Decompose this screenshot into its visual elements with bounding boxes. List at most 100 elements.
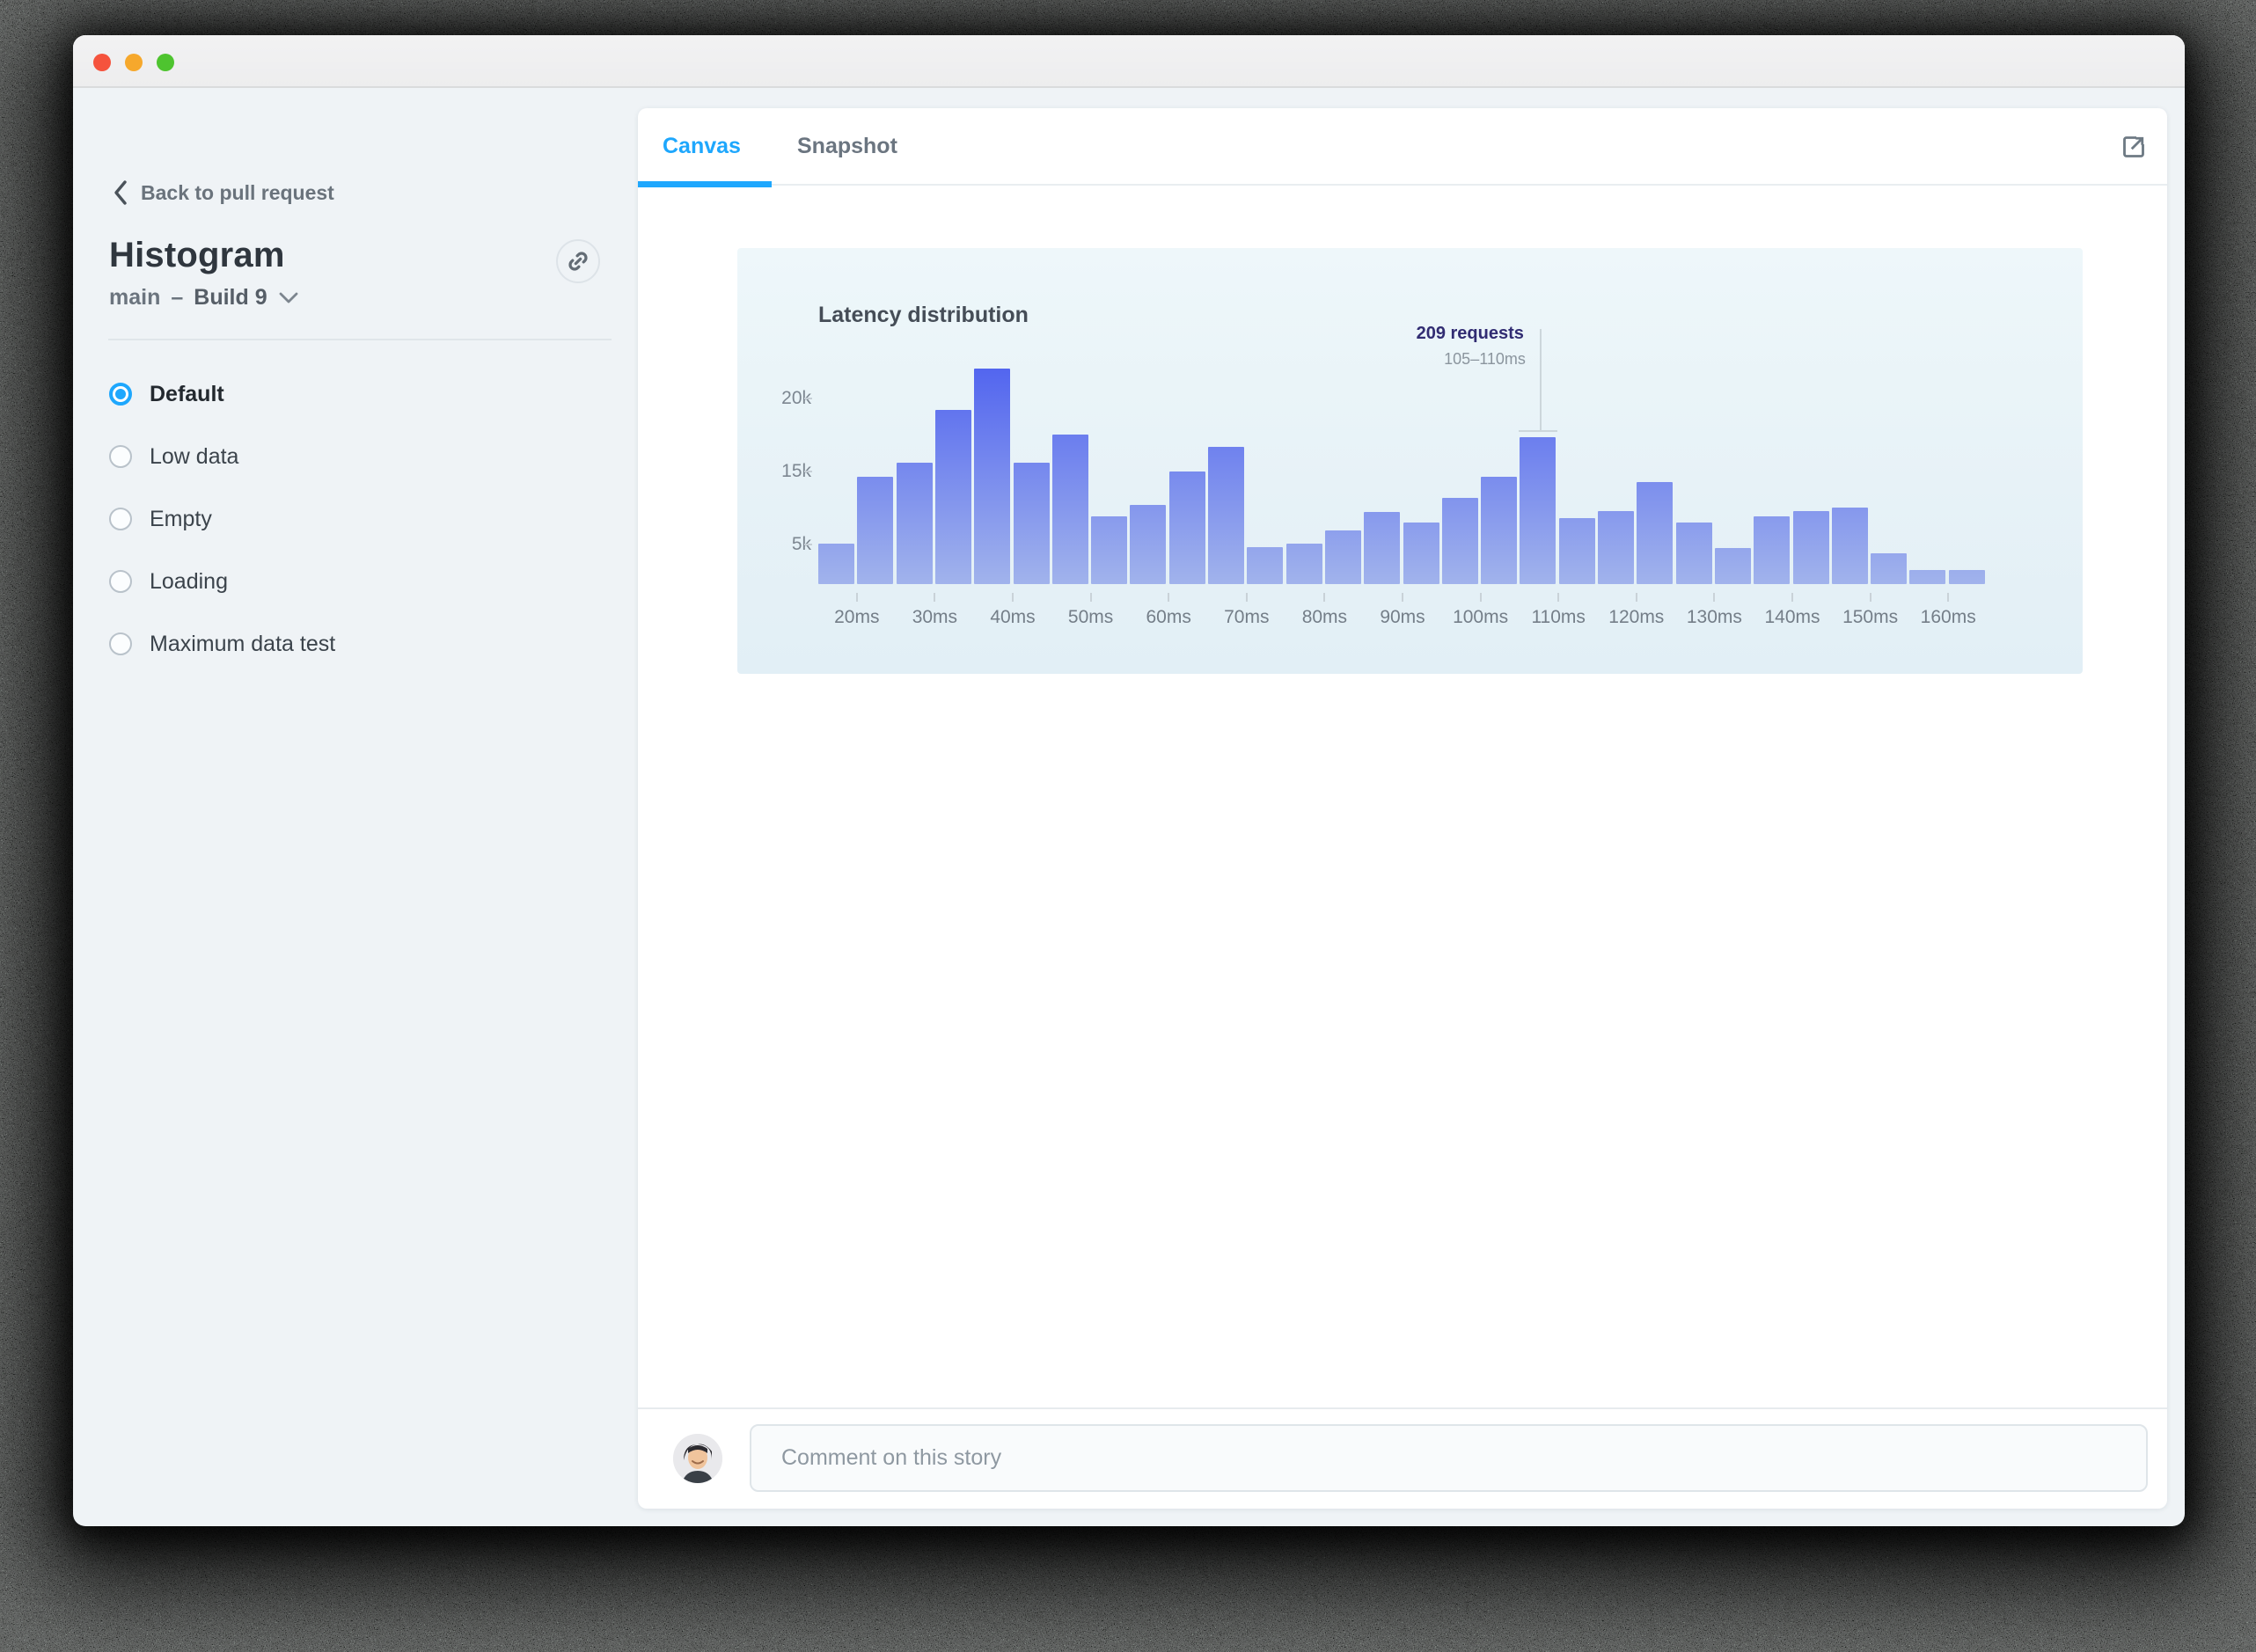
- x-axis-label: 30ms: [912, 607, 958, 627]
- histogram-bar-60ms[interactable]: [1168, 471, 1205, 584]
- x-axis-tick: [1791, 593, 1793, 602]
- histogram-bar-120ms[interactable]: [1637, 482, 1674, 584]
- radio-icon[interactable]: [109, 445, 132, 468]
- histogram-bar-110ms[interactable]: [1558, 518, 1595, 584]
- story-variant-empty[interactable]: Empty: [109, 497, 212, 541]
- x-axis-label: 150ms: [1842, 607, 1899, 627]
- separator: –: [171, 285, 184, 310]
- story-variant-label: Default: [150, 381, 224, 406]
- x-axis-tick: [1168, 593, 1170, 602]
- y-axis-label: 5k: [791, 534, 811, 554]
- y-axis-tick: [804, 398, 812, 399]
- histogram-bar-55ms[interactable]: [1130, 505, 1167, 584]
- window-titlebar[interactable]: [73, 35, 2185, 88]
- x-axis-tick: [1012, 593, 1014, 602]
- radio-selected-icon[interactable]: [109, 383, 132, 406]
- histogram-bar-135ms[interactable]: [1754, 516, 1791, 584]
- open-in-new-window-button[interactable]: [2114, 128, 2153, 166]
- annotation-range: 105–110ms: [1444, 350, 1526, 368]
- histogram-bar-140ms[interactable]: [1792, 511, 1829, 584]
- x-axis-label: 140ms: [1764, 607, 1820, 627]
- radio-icon[interactable]: [109, 570, 132, 593]
- histogram-bar-145ms[interactable]: [1831, 508, 1868, 584]
- histogram-bar-100ms[interactable]: [1481, 477, 1518, 584]
- comment-bar: [638, 1407, 2167, 1509]
- histogram-bar-115ms[interactable]: [1598, 511, 1634, 584]
- story-variant-label: Low data: [150, 443, 239, 469]
- close-window-button[interactable]: [93, 54, 111, 71]
- branch-name: main: [109, 285, 161, 310]
- sidebar-divider: [108, 339, 612, 340]
- histogram-bar-65ms[interactable]: [1208, 447, 1244, 584]
- histogram-bar-155ms[interactable]: [1909, 570, 1946, 584]
- back-to-pull-request-link[interactable]: Back to pull request: [113, 179, 334, 206]
- histogram-bar-75ms[interactable]: [1285, 544, 1322, 584]
- histogram-bar-45ms[interactable]: [1051, 435, 1088, 584]
- y-axis-tick: [804, 544, 812, 545]
- histogram-bar-105ms[interactable]: [1520, 437, 1556, 584]
- histogram-bar-30ms[interactable]: [934, 410, 971, 584]
- branch-build-selector[interactable]: main – Build 9: [109, 285, 299, 311]
- radio-icon[interactable]: [109, 508, 132, 530]
- x-axis-tick: [1947, 593, 1950, 602]
- main-panel: Canvas Snapshot Latency distribution 20k…: [638, 108, 2167, 1509]
- y-axis-label: 20k: [781, 388, 811, 408]
- external-link-icon: [2123, 136, 2144, 157]
- histogram-bar-35ms[interactable]: [974, 369, 1011, 584]
- histogram-bar-150ms[interactable]: [1871, 553, 1908, 584]
- x-axis-label: 60ms: [1146, 607, 1191, 627]
- x-axis-label: 100ms: [1453, 607, 1509, 627]
- x-axis-label: 130ms: [1686, 607, 1742, 627]
- link-icon: [568, 252, 588, 271]
- tab-canvas[interactable]: Canvas: [663, 108, 741, 184]
- x-axis-label: 70ms: [1224, 607, 1270, 627]
- x-axis-label: 40ms: [990, 607, 1036, 627]
- histogram-bar-40ms[interactable]: [1013, 463, 1050, 584]
- comment-input[interactable]: [750, 1424, 2148, 1492]
- x-axis-tick: [1479, 593, 1482, 602]
- histogram-bar-160ms[interactable]: [1948, 570, 1985, 584]
- histogram-bar-130ms[interactable]: [1714, 548, 1751, 584]
- histogram-bar-95ms[interactable]: [1441, 498, 1478, 584]
- sidebar: Back to pull request Histogram main – Bu…: [73, 88, 638, 1526]
- user-avatar: [673, 1434, 722, 1483]
- avatar-image: [673, 1434, 722, 1483]
- minimize-window-button[interactable]: [125, 54, 143, 71]
- x-axis-tick: [1323, 593, 1326, 602]
- x-axis-tick: [1402, 593, 1403, 602]
- zoom-window-button[interactable]: [157, 54, 174, 71]
- histogram-bar-50ms[interactable]: [1091, 516, 1128, 584]
- chevron-left-icon: [114, 180, 127, 205]
- y-axis-tick: [804, 471, 812, 472]
- radio-icon[interactable]: [109, 632, 132, 655]
- histogram-bar-80ms[interactable]: [1324, 530, 1361, 584]
- histogram-bar-90ms[interactable]: [1403, 523, 1439, 584]
- story-variant-label: Maximum data test: [150, 631, 336, 656]
- app-window: Back to pull request Histogram main – Bu…: [73, 35, 2185, 1526]
- annotation-pointer-line: [1539, 329, 1542, 430]
- story-variant-maximum-data-test[interactable]: Maximum data test: [109, 622, 335, 666]
- x-axis-tick: [1245, 593, 1248, 602]
- histogram-bar-15ms[interactable]: [818, 544, 854, 584]
- x-axis-tick: [1635, 593, 1637, 602]
- story-canvas-histogram: Latency distribution 20k 15k 5k 20ms 30ms 40m…: [737, 248, 2083, 674]
- x-axis-label: 120ms: [1608, 607, 1665, 627]
- x-axis-tick: [1713, 593, 1716, 602]
- story-variant-default[interactable]: Default: [109, 372, 224, 416]
- story-variant-label: Loading: [150, 568, 228, 594]
- x-axis-tick: [1089, 593, 1092, 602]
- x-axis-label: 90ms: [1380, 607, 1425, 627]
- tab-snapshot[interactable]: Snapshot: [797, 108, 897, 184]
- histogram-bar-25ms[interactable]: [896, 463, 933, 584]
- histogram-bar-20ms[interactable]: [857, 477, 894, 584]
- histogram-bar-125ms[interactable]: [1675, 523, 1712, 584]
- copy-link-button[interactable]: [556, 239, 600, 283]
- histogram-bar-70ms[interactable]: [1247, 547, 1284, 584]
- x-axis-tick: [1557, 593, 1560, 602]
- x-axis-label: 50ms: [1067, 607, 1114, 627]
- histogram-bar-85ms[interactable]: [1364, 512, 1401, 584]
- x-axis-label: 110ms: [1531, 607, 1586, 627]
- story-variant-low-data[interactable]: Low data: [109, 435, 238, 479]
- build-name: Build 9: [194, 285, 267, 310]
- story-variant-loading[interactable]: Loading: [109, 559, 228, 603]
